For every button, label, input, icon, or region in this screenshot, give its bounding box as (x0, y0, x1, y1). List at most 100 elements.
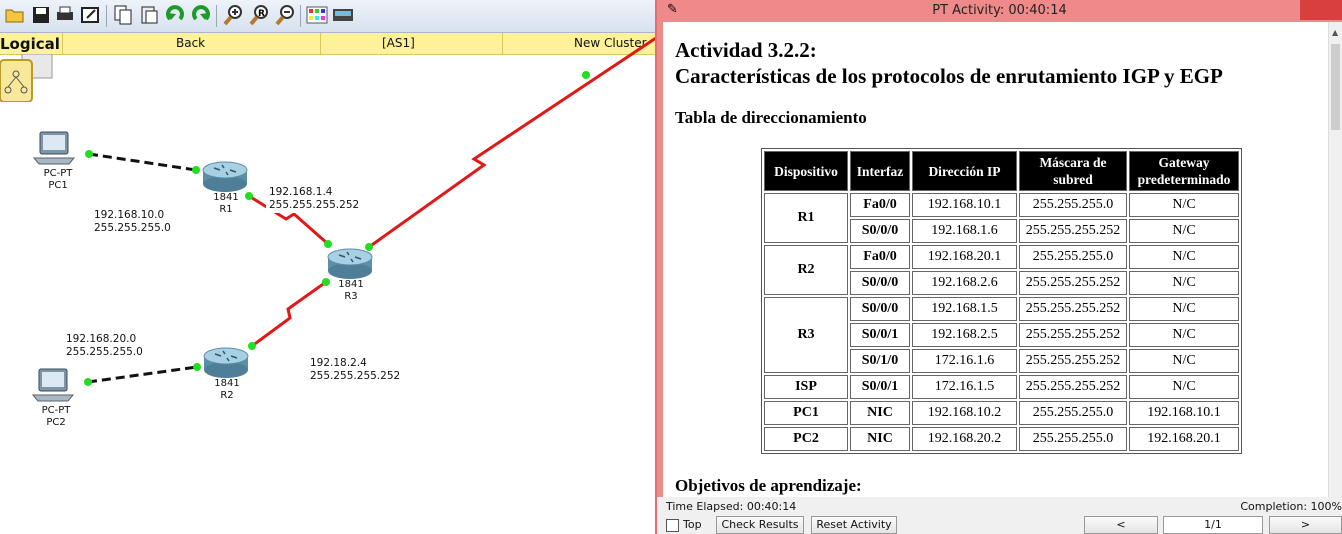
note-lan2[interactable]: 192.168.20.0 255.255.255.0 (63, 332, 146, 360)
note-line: 192.168.20.0 (66, 333, 137, 345)
r2-router-icon (203, 347, 249, 378)
link-endpoint (84, 378, 92, 386)
top-checkbox[interactable] (666, 519, 679, 532)
link-pc2-r2 (87, 365, 198, 384)
r2-label: 1841 R2 (207, 378, 247, 402)
col-header-interfaz: Interfaz (850, 151, 910, 191)
device-dialog-icon[interactable] (332, 4, 354, 26)
table-row: ISP S0/0/1 172.16.1.5 255.255.255.252 N/… (764, 375, 1239, 399)
redo-icon[interactable] (190, 4, 212, 26)
cell-device: R1 (764, 193, 848, 243)
cell-gateway: N/C (1129, 323, 1239, 347)
link-endpoint (193, 363, 201, 371)
logical-workspace[interactable]: R Logical Back [AS1] New Cluster PC-PT P… (0, 0, 656, 534)
pc1-type: PC-PT (43, 168, 73, 179)
zoom-in-icon[interactable] (222, 4, 244, 26)
cell-gateway: N/C (1129, 219, 1239, 243)
activity-content-frame: Actividad 3.2.2: Características de los … (657, 22, 1342, 497)
instructions-pane[interactable]: Actividad 3.2.2: Características de los … (663, 22, 1328, 497)
pc2-name: PC2 (46, 417, 66, 428)
table-row: R2 Fa0/0 192.168.20.1 255.255.255.0 N/C (764, 245, 1239, 295)
cell-ip: 192.168.1.5 (912, 297, 1017, 321)
r3-name: R3 (344, 291, 358, 302)
note-lan1[interactable]: 192.168.10.0 255.255.255.0 (91, 208, 174, 236)
cell-interface: Fa0/0 (850, 245, 910, 269)
copy-icon[interactable] (112, 4, 134, 26)
scrollbar-thumb[interactable] (1331, 44, 1340, 130)
cell-gateway: N/C (1129, 193, 1239, 217)
link-endpoint (322, 278, 330, 286)
link-endpoint (365, 243, 373, 251)
new-cluster-button[interactable]: New Cluster (574, 36, 647, 50)
addressing-table: Dispositivo Interfaz Dirección IP Máscar… (761, 148, 1242, 454)
cell-device: ISP (764, 375, 848, 399)
vertical-scrollbar[interactable]: ▲ (1328, 22, 1342, 497)
cluster-navigation-icon[interactable] (0, 53, 56, 103)
pc1-label: PC-PT PC1 (38, 168, 78, 192)
folder-open-icon[interactable] (4, 4, 26, 26)
note-link-r1-r3[interactable]: 192.168.1.4 255.255.255.252 (266, 185, 363, 213)
save-icon[interactable] (30, 4, 52, 26)
cell-ip: 192.168.20.1 (912, 245, 1017, 269)
back-button[interactable]: Back (176, 36, 205, 50)
paste-icon[interactable] (138, 4, 160, 26)
cell-interface: S0/0/0 (850, 271, 910, 295)
activity-title-bar[interactable]: ✎ PT Activity: 00:40:14 (657, 0, 1342, 22)
link-endpoint (85, 150, 93, 158)
link-r2-r3 (251, 280, 327, 348)
undo-icon[interactable] (164, 4, 186, 26)
r3-label: 1841 R3 (331, 279, 371, 303)
cell-ip: 192.168.10.1 (912, 193, 1017, 217)
cell-interface: NIC (850, 401, 910, 425)
note-link-r2-r3[interactable]: 192.18.2.4 255.255.255.252 (307, 356, 404, 384)
zoom-reset-icon[interactable]: R (248, 4, 270, 26)
header-line: Máscara de (1039, 155, 1107, 170)
col-header-mask: Máscara de subred (1019, 151, 1127, 191)
cell-ip: 192.168.1.6 (912, 219, 1017, 243)
print-icon[interactable] (54, 4, 76, 26)
topology-canvas[interactable] (0, 0, 656, 534)
cell-mask: 255.255.255.252 (1019, 375, 1127, 399)
note-line: 192.168.10.0 (94, 209, 165, 221)
cell-mask: 255.255.255.252 (1019, 219, 1127, 243)
cell-mask: 255.255.255.252 (1019, 349, 1127, 373)
cell-gateway: N/C (1129, 375, 1239, 399)
previous-page-button[interactable]: < (1084, 516, 1158, 534)
link-pc1-r1 (88, 152, 197, 172)
cell-mask: 255.255.255.252 (1019, 323, 1127, 347)
note-line: 255.255.255.252 (310, 370, 401, 382)
table-row: R3 S0/0/0 192.168.1.5 255.255.255.252 N/… (764, 297, 1239, 373)
cell-ip: 172.16.1.5 (912, 375, 1017, 399)
col-header-ip: Dirección IP (912, 151, 1017, 191)
link-r3-isp (368, 36, 656, 249)
note-line: 192.18.2.4 (310, 357, 367, 369)
cell-gateway: 192.168.20.1 (1129, 427, 1239, 451)
table-row: PC1 NIC 192.168.10.2 255.255.255.0 192.1… (764, 401, 1239, 425)
note-line: 255.255.255.0 (94, 222, 171, 234)
activity-wizard-icon[interactable] (80, 4, 102, 26)
pc2-icon (31, 368, 75, 402)
palette-icon[interactable] (306, 4, 328, 26)
link-endpoint (245, 192, 253, 200)
table-title: Tabla de direccionamiento (675, 108, 867, 127)
note-line: 192.168.1.4 (269, 186, 333, 198)
cell-interface: S0/0/0 (850, 297, 910, 321)
close-button[interactable] (1300, 0, 1342, 20)
cell-gateway: N/C (1129, 297, 1239, 321)
scroll-up-icon[interactable]: ▲ (1332, 28, 1338, 37)
link-endpoint (192, 166, 200, 174)
pc1-icon (32, 131, 76, 165)
cell-mask: 255.255.255.252 (1019, 297, 1127, 321)
cell-gateway: N/C (1129, 349, 1239, 373)
next-page-button[interactable]: > (1269, 516, 1342, 534)
page-indicator: 1/1 (1163, 516, 1263, 534)
cell-gateway: N/C (1129, 245, 1239, 269)
cell-gateway: N/C (1129, 271, 1239, 295)
cell-ip: 192.168.10.2 (912, 401, 1017, 425)
cell-ip: 192.168.2.5 (912, 323, 1017, 347)
reset-activity-button[interactable]: Reset Activity (811, 516, 897, 534)
check-results-button[interactable]: Check Results (716, 516, 804, 534)
zoom-out-icon[interactable] (274, 4, 296, 26)
time-elapsed: Time Elapsed: 00:40:14 (666, 500, 797, 513)
header-line: subred (1053, 172, 1093, 187)
